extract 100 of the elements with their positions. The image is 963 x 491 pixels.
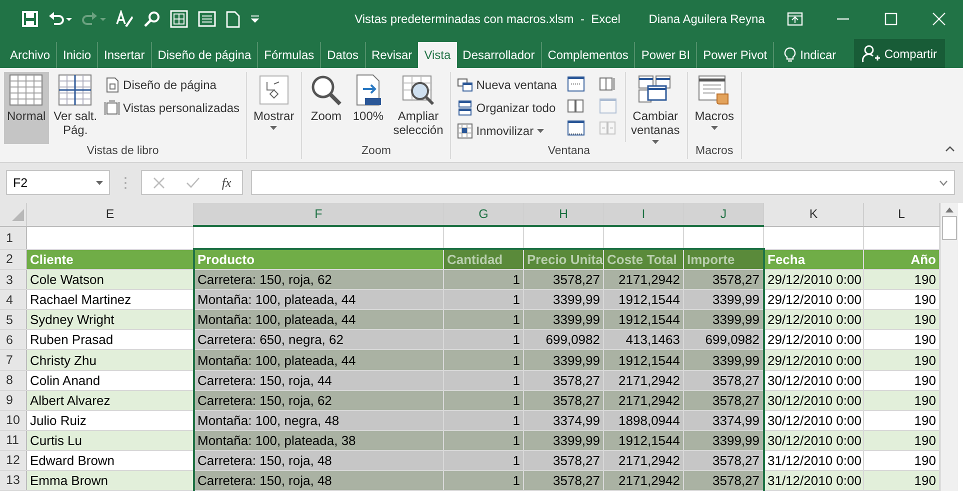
user-name: Diana Aguilera Reyna <box>648 12 766 26</box>
insert-function-button[interactable]: fx <box>222 174 232 190</box>
table-cell: 3578,27 <box>712 452 760 468</box>
ribbon-button[interactable]: Vistas personalizadas <box>102 97 242 118</box>
column-title: Importe <box>687 252 735 268</box>
table-cell: 190 <box>914 292 936 308</box>
ribbon-button[interactable]: Organizar todo <box>455 97 559 118</box>
row-header[interactable]: 4 <box>0 290 26 310</box>
table-cell: 190 <box>914 412 936 428</box>
collapse-icon[interactable] <box>945 146 955 152</box>
table-cell: 31/12/2010 0:00 <box>768 472 862 488</box>
table-cell: 1 <box>512 352 520 368</box>
formula-input[interactable] <box>251 170 955 195</box>
table-cell: 1912,1544 <box>618 352 680 368</box>
column-header[interactable]: H <box>524 203 604 226</box>
row-header[interactable]: 13 <box>0 470 26 490</box>
table-cell: 1 <box>512 292 520 308</box>
column-header[interactable]: K <box>764 203 864 226</box>
grid-icon <box>9 74 44 106</box>
ribbon-button[interactable]: Diseño de página <box>102 74 242 95</box>
ribbon-button[interactable]: Mostrar <box>250 72 298 144</box>
redo-icon <box>82 11 106 27</box>
table-cell: 2171,2942 <box>618 372 680 388</box>
group-label: Macros <box>694 145 734 159</box>
row-header[interactable]: 7 <box>0 350 26 370</box>
close-icon[interactable] <box>932 12 946 26</box>
row-header[interactable]: 11 <box>0 430 26 450</box>
split-icon[interactable] <box>566 98 585 114</box>
table-cell: 29/12/2010 0:00 <box>768 312 862 328</box>
row-header[interactable]: 10 <box>0 410 26 430</box>
maximize-icon[interactable] <box>884 12 898 26</box>
table-cell: Christy Zhu <box>30 352 96 368</box>
table-cell: 3578,27 <box>553 272 600 288</box>
column-header[interactable]: E <box>26 203 194 226</box>
ribbon-button[interactable]: 100% <box>348 72 388 144</box>
table-cell: 190 <box>914 312 936 328</box>
row-header[interactable]: 1 <box>0 226 26 250</box>
ribbon-tab[interactable]: Desarrollador <box>456 42 541 68</box>
ribbon-button[interactable]: Macros <box>692 72 738 144</box>
undo-icon[interactable] <box>48 11 72 27</box>
ribbon-button[interactable]: Ver salt. Pág. <box>50 72 100 144</box>
lightbulb-icon <box>784 47 796 63</box>
table-cell: 30/12/2010 0:00 <box>768 372 862 388</box>
table-cell: Cole Watson <box>30 272 104 288</box>
vertical-scrollbar[interactable] <box>940 203 958 491</box>
new-file-icon[interactable] <box>226 10 240 28</box>
ribbon-button[interactable]: Nueva ventana <box>455 74 559 95</box>
ribbon-button[interactable]: Ampliar selección <box>390 72 446 144</box>
scroll-up-icon[interactable] <box>945 207 954 213</box>
table-cell: 413,1463 <box>626 332 680 348</box>
table-cell: Montaña: 100, plateada, 44 <box>198 352 356 368</box>
group-label: Vistas de libro <box>86 145 160 159</box>
table-cell: Carretera: 150, roja, 44 <box>198 372 332 388</box>
expand-icon[interactable] <box>939 180 948 186</box>
spelling-icon[interactable] <box>116 10 134 28</box>
row-header[interactable]: 6 <box>0 330 26 350</box>
table-cell: Emma Brown <box>30 472 108 488</box>
table-cell: 1 <box>512 472 520 488</box>
customize-icon[interactable] <box>250 14 260 24</box>
scroll-thumb[interactable] <box>942 216 957 240</box>
table-cell: 190 <box>914 352 936 368</box>
column-header[interactable]: J <box>684 203 764 226</box>
table-cell: Sydney Wright <box>30 312 114 328</box>
table-cell: 30/12/2010 0:00 <box>768 392 862 408</box>
row-header[interactable]: 8 <box>0 370 26 390</box>
row-header[interactable]: 9 <box>0 390 26 410</box>
row-header[interactable]: 2 <box>0 249 26 270</box>
ribbon-button[interactable]: Inmovilizar <box>455 120 559 141</box>
row-header[interactable]: 3 <box>0 270 26 290</box>
column-header[interactable]: L <box>864 203 940 226</box>
column-header[interactable]: I <box>604 203 684 226</box>
ribbon-tab[interactable]: Vista <box>418 42 457 68</box>
zoom-icon <box>309 74 344 106</box>
ribbon-button[interactable]: Normal <box>4 72 49 144</box>
search-icon[interactable] <box>144 11 160 27</box>
save-icon[interactable] <box>22 11 38 27</box>
share-button[interactable]: Compartir <box>854 39 945 68</box>
name-box[interactable]: F2 <box>6 170 110 195</box>
table-cell: 1 <box>512 272 520 288</box>
freeze-icon <box>457 122 474 138</box>
ribbon-button[interactable]: Cambiar ventanas <box>628 72 683 144</box>
person-add-icon <box>862 44 880 62</box>
ribbon-button[interactable]: Zoom <box>306 72 346 144</box>
macro-sheet-icon <box>697 74 732 106</box>
ribbon-tab[interactable]: Archivo <box>4 42 56 68</box>
page-grid-icon <box>58 74 92 106</box>
table-cell: 3578,27 <box>553 472 600 488</box>
table-cell: 699,0982 <box>546 332 600 348</box>
table-cell: 190 <box>914 452 936 468</box>
zoom-selection-icon <box>401 74 436 106</box>
column-header[interactable]: G <box>444 203 524 226</box>
table-cell: 3578,27 <box>712 392 760 408</box>
ribbon-display-icon[interactable] <box>787 12 803 26</box>
table-cell: Ruben Prasad <box>30 332 114 348</box>
table-cell: 29/12/2010 0:00 <box>768 292 862 308</box>
row-header[interactable]: 12 <box>0 450 26 470</box>
row-header[interactable]: 5 <box>0 310 26 330</box>
table-cell: 3578,27 <box>712 272 760 288</box>
table-cell: Colin Anand <box>30 372 100 388</box>
column-header[interactable]: F <box>194 203 444 226</box>
